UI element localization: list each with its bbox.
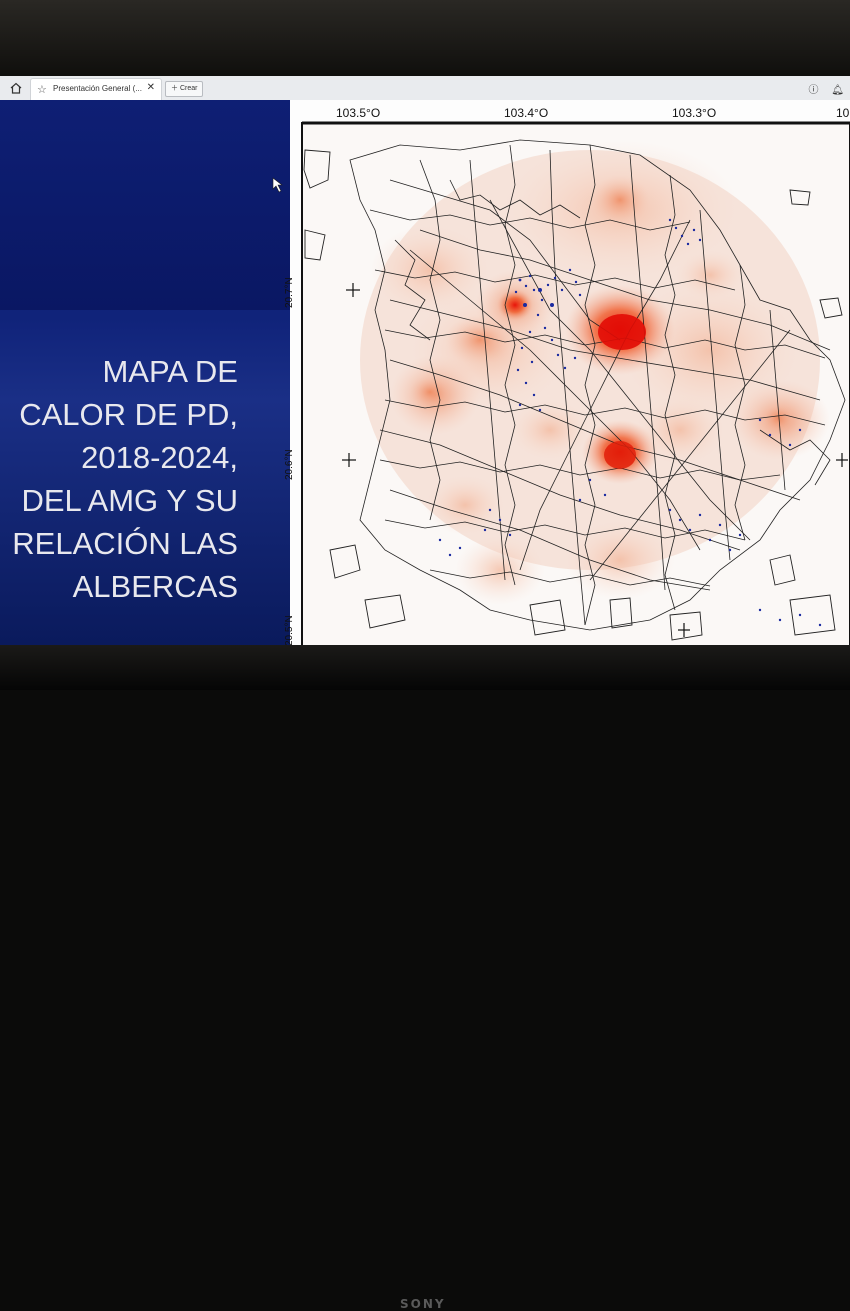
browser-tab[interactable]: ☆ Presentación General (... ✕ [30, 78, 162, 101]
screen: ☆ Presentación General (... ✕ ＋ Crear ⓘ … [0, 76, 850, 646]
slide-header-band [0, 100, 290, 310]
new-tab-button[interactable]: ＋ Crear [165, 81, 204, 97]
lat-label: 20.6°N [284, 449, 295, 480]
map-canvas [301, 121, 850, 646]
star-icon[interactable]: ☆ [37, 83, 47, 96]
tab-title: Presentación General (... [53, 84, 142, 93]
monitor-brand-logo: SONY [400, 1297, 446, 1311]
slide-title-panel: MAPA DE CALOR DE PD, 2018-2024, DEL AMG … [0, 100, 290, 646]
close-icon[interactable]: ✕ [147, 82, 155, 93]
info-icon[interactable]: ⓘ [809, 85, 819, 96]
lat-label: 20.5°N [284, 615, 295, 646]
home-icon[interactable] [8, 80, 24, 96]
plus-icon: ＋ [171, 85, 178, 92]
bell-icon[interactable]: 🔔︎ [831, 85, 844, 96]
heat-map[interactable]: 103.5°O 103.4°O 103.3°O 10 20.7°N 20.6°N… [284, 100, 850, 646]
monitor-bezel-top [0, 0, 850, 78]
browser-tab-bar: ☆ Presentación General (... ✕ ＋ Crear ⓘ … [0, 76, 850, 101]
lat-label: 20.7°N [284, 277, 295, 308]
toolbar-right: ⓘ 🔔︎ [799, 81, 844, 96]
monitor-bezel-bottom: SONY [0, 645, 850, 1311]
slide-title: MAPA DE CALOR DE PD, 2018-2024, DEL AMG … [12, 354, 238, 604]
new-tab-label: Crear [179, 85, 198, 92]
